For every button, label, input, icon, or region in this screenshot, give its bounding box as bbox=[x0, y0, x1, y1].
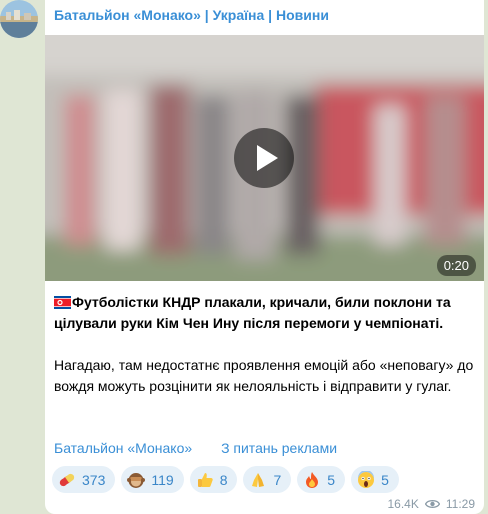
post-links: Батальйон «Монако» З питань реклами bbox=[54, 440, 337, 456]
see-no-evil-monkey-icon bbox=[127, 472, 146, 488]
folded-hands-icon bbox=[252, 472, 265, 487]
reactions-bar: 373 119 8 7 5 5 bbox=[52, 466, 399, 493]
post-meta: 16.4K 11:29 bbox=[388, 497, 476, 511]
reaction-count: 7 bbox=[273, 471, 282, 488]
post-text: Футболістки КНДР плакали, кричали, били … bbox=[54, 292, 474, 397]
post-body: Нагадаю, там недостатнє проявлення емоці… bbox=[54, 357, 474, 394]
reaction-monkey[interactable]: 119 bbox=[121, 466, 184, 493]
reaction-count: 119 bbox=[151, 471, 174, 488]
reaction-thumbs-up[interactable]: 8 bbox=[189, 466, 238, 493]
reaction-count: 5 bbox=[381, 471, 389, 488]
reaction-count: 8 bbox=[219, 471, 228, 488]
play-button[interactable] bbox=[234, 128, 294, 188]
reaction-count: 5 bbox=[327, 471, 336, 488]
north-korea-flag-icon bbox=[54, 296, 71, 309]
eye-icon bbox=[424, 499, 440, 509]
play-icon bbox=[257, 145, 278, 171]
channel-name[interactable]: Батальйон «Монако» | Україна | Новини bbox=[54, 7, 329, 23]
channel-avatar[interactable] bbox=[0, 0, 38, 38]
pill-icon bbox=[59, 473, 75, 486]
video-duration: 0:20 bbox=[436, 255, 476, 276]
post-headline-paragraph: Футболістки КНДР плакали, кричали, били … bbox=[54, 292, 474, 334]
channel-post: Батальйон «Монако» | Україна | Новини 0:… bbox=[45, 0, 484, 514]
view-count: 16.4K bbox=[387, 497, 419, 511]
screaming-face-icon bbox=[358, 470, 375, 488]
ads-link[interactable]: З питань реклами bbox=[221, 440, 337, 456]
reaction-screaming[interactable]: 5 bbox=[351, 466, 399, 493]
reaction-pill[interactable]: 373 bbox=[52, 466, 116, 493]
post-headline: Футболістки КНДР плакали, кричали, били … bbox=[54, 294, 451, 331]
reaction-fire[interactable]: 5 bbox=[297, 466, 346, 493]
fire-icon bbox=[306, 471, 319, 488]
reaction-folded-hands[interactable]: 7 bbox=[243, 466, 292, 493]
thumbs-up-icon bbox=[197, 472, 213, 487]
video-player[interactable]: 0:20 bbox=[45, 35, 484, 281]
channel-link[interactable]: Батальйон «Монако» bbox=[54, 440, 192, 456]
post-time: 11:29 bbox=[445, 497, 475, 511]
reaction-count: 373 bbox=[82, 471, 106, 488]
